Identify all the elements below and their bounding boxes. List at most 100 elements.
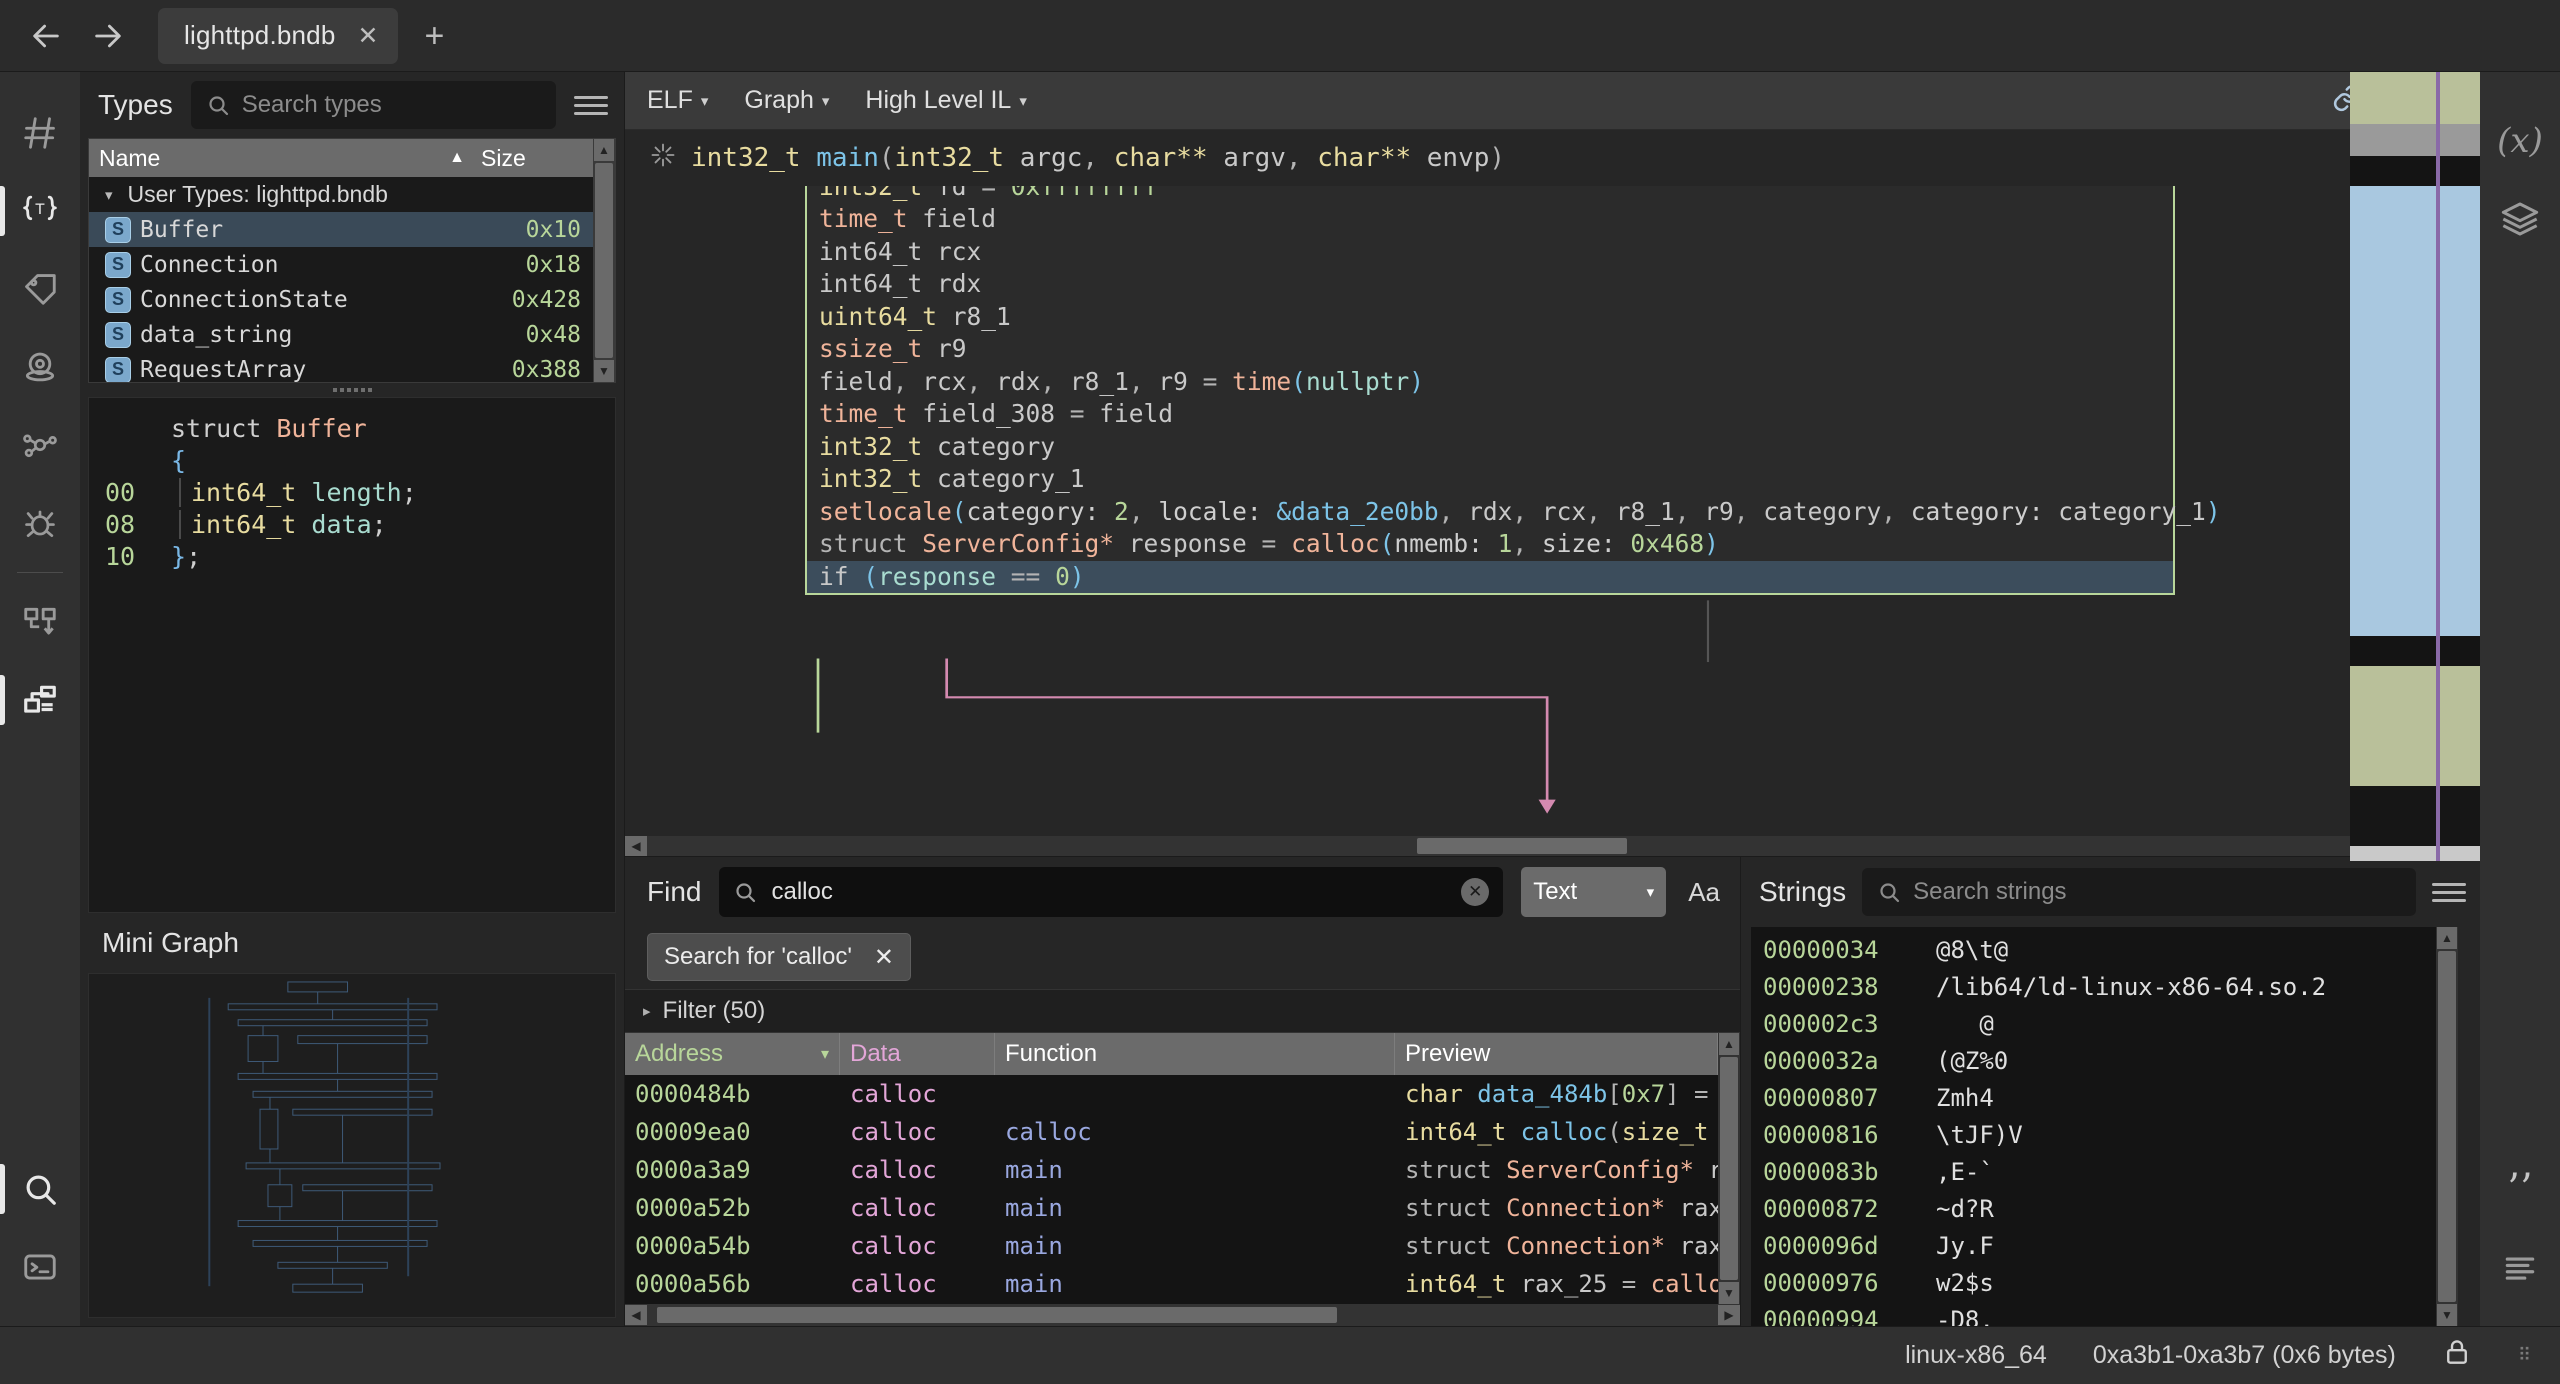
code-line[interactable]: time_t field_308 = field xyxy=(807,398,2173,431)
list-item[interactable]: 00000238/lib64/ld-linux-x86-64.so.2 xyxy=(1751,968,2436,1005)
table-row[interactable]: 0000484b calloc char data_484b[0x7] = "cal xyxy=(625,1075,1718,1113)
graph-canvas[interactable]: int64_t rax = *(fsbase + 0x28)int32_t fd… xyxy=(625,186,2480,856)
view-type-dropdown[interactable]: ELF ▾ xyxy=(647,86,708,115)
list-item[interactable]: 00000816 \tJF)V xyxy=(1751,1116,2436,1153)
close-icon[interactable]: ✕ xyxy=(358,21,379,51)
types-scrollbar[interactable]: ▲ ▼ xyxy=(593,139,615,382)
table-row[interactable]: S ConnectionState 0x428 xyxy=(89,282,593,317)
hamburger-icon[interactable] xyxy=(574,88,608,122)
code-line[interactable]: int32_t category xyxy=(807,431,2173,464)
table-row[interactable]: 0000a3a9 calloc main struct ServerConfig* r… xyxy=(625,1151,1718,1189)
results-col-function[interactable]: Function xyxy=(995,1033,1395,1075)
list-item[interactable]: 0000083b ,E-` xyxy=(1751,1153,2436,1190)
list-item[interactable]: 000002c3 @ xyxy=(1751,1005,2436,1042)
memory-map-icon[interactable] xyxy=(0,328,80,406)
struct-definition-view[interactable]: struct Buffer { 00 int64_t length; 08 in… xyxy=(88,397,616,913)
code-line[interactable]: int32_t category_1 xyxy=(807,463,2173,496)
types-icon[interactable]: T xyxy=(0,172,80,250)
results-col-preview[interactable]: Preview xyxy=(1395,1033,1718,1075)
table-row[interactable]: S Buffer 0x10 xyxy=(89,212,593,247)
search-strings-input[interactable]: Search strings xyxy=(1862,868,2416,916)
clear-icon[interactable]: ✕ xyxy=(1461,878,1490,906)
list-item[interactable]: 0000096d Jy.F xyxy=(1751,1227,2436,1264)
binary-minimap[interactable] xyxy=(2350,72,2480,861)
strings-scrollbar[interactable]: ▲ ▼ xyxy=(2436,927,2458,1326)
console-icon[interactable] xyxy=(0,1228,80,1306)
results-scrollbar[interactable]: ▲ ▼ xyxy=(1718,1033,1740,1304)
search-chip[interactable]: Search for 'calloc' ✕ xyxy=(647,933,912,981)
scroll-up-icon[interactable]: ▲ xyxy=(1719,1033,1739,1055)
hamburger-icon[interactable] xyxy=(2432,875,2466,909)
results-hscrollbar[interactable]: ◀ ▶ xyxy=(625,1304,1740,1326)
cross-references-icon[interactable] xyxy=(0,94,80,172)
search-icon[interactable] xyxy=(0,1150,80,1228)
list-lines-icon[interactable] xyxy=(2480,1228,2560,1306)
table-row[interactable]: 0000a54b calloc main struct Connection* rax… xyxy=(625,1227,1718,1265)
results-col-data[interactable]: Data xyxy=(840,1033,995,1075)
mini-graph-icon[interactable] xyxy=(0,661,80,739)
splitter-grip[interactable] xyxy=(80,383,624,397)
types-col-name[interactable]: Name ▲ xyxy=(89,145,473,172)
strings-list[interactable]: 00000034 @8\t@ 00000238/lib64/ld-linux-x86… xyxy=(1751,927,2458,1326)
scroll-thumb[interactable] xyxy=(657,1307,1337,1323)
basic-block-1[interactable]: int64_t rax = *(fsbase + 0x28)int32_t fd… xyxy=(805,186,2221,595)
layers-icon[interactable] xyxy=(2480,180,2560,258)
tab-lighttpd-bndb[interactable]: lighttpd.bndb ✕ xyxy=(158,7,399,64)
scroll-down-icon[interactable]: ▼ xyxy=(594,360,614,382)
table-row[interactable]: S Connection 0x18 xyxy=(89,247,593,282)
code-line[interactable]: field, rcx, rdx, r8_1, r9 = time(nullptr… xyxy=(807,366,2173,399)
debugger-bug-icon[interactable] xyxy=(0,484,80,562)
function-signature-text[interactable]: int32_t main(int32_t argc, char** argv, … xyxy=(691,143,1505,173)
plus-icon[interactable]: + xyxy=(408,19,460,53)
table-row[interactable]: S RequestArray 0x388 xyxy=(89,352,593,382)
lock-icon[interactable] xyxy=(2442,1337,2472,1374)
view-mode-dropdown[interactable]: Graph ▾ xyxy=(744,86,829,115)
code-line[interactable]: if (response == 0) xyxy=(807,560,2173,593)
code-line[interactable]: ssize_t r9 xyxy=(807,333,2173,366)
filter-toggle[interactable]: ▸ Filter (50) xyxy=(625,989,1740,1033)
scroll-down-icon[interactable]: ▼ xyxy=(2437,1304,2457,1326)
code-line[interactable]: int32_t fd = 0xffffffff xyxy=(807,186,2173,203)
variables-icon[interactable]: (x) xyxy=(2480,102,2560,180)
graph-nodes-icon[interactable] xyxy=(0,406,80,484)
code-line[interactable]: int64_t rdx xyxy=(807,268,2173,301)
list-item[interactable]: 00000994 -D8, xyxy=(1751,1301,2436,1327)
table-row[interactable]: S data_string 0x48 xyxy=(89,317,593,352)
list-item[interactable]: 00000976 w2$s xyxy=(1751,1264,2436,1301)
scroll-thumb[interactable] xyxy=(595,163,613,358)
back-button[interactable] xyxy=(20,10,72,62)
table-row[interactable]: 00009ea0 calloc calloc int64_t calloc(size_… xyxy=(625,1113,1718,1151)
code-line[interactable]: setlocale(category: 2, locale: &data_2e0… xyxy=(807,496,2221,529)
resize-grip[interactable]: ⠿ xyxy=(2518,1345,2532,1366)
scroll-left-icon[interactable]: ◀ xyxy=(625,1305,647,1325)
scroll-left-icon[interactable]: ◀ xyxy=(625,836,647,856)
code-line[interactable]: time_t field xyxy=(807,203,2173,236)
chevron-down-icon[interactable]: ▾ xyxy=(105,186,113,204)
list-item[interactable]: 0000032a (@Z%0 xyxy=(1751,1042,2436,1079)
code-line[interactable]: int64_t rcx xyxy=(807,236,2173,269)
strings-quote-icon[interactable]: ’’ xyxy=(2480,1150,2560,1228)
match-case-icon[interactable]: Aa xyxy=(1684,877,1724,908)
scroll-up-icon[interactable]: ▲ xyxy=(594,139,614,161)
list-item[interactable]: 00000872 ~d?R xyxy=(1751,1190,2436,1227)
list-item[interactable]: 00000034 @8\t@ xyxy=(1751,931,2436,968)
scroll-right-icon[interactable]: ▶ xyxy=(1718,1305,1740,1325)
table-row[interactable]: 0000a56b calloc main int64_t rax_25 = callo… xyxy=(625,1265,1718,1303)
scroll-thumb[interactable] xyxy=(1720,1057,1738,1280)
find-mode-dropdown[interactable]: Text ▾ xyxy=(1521,867,1667,917)
scroll-down-icon[interactable]: ▼ xyxy=(1719,1282,1739,1304)
list-item[interactable]: 00000807 Zmh4 xyxy=(1751,1079,2436,1116)
forward-button[interactable] xyxy=(82,10,134,62)
close-icon[interactable]: ✕ xyxy=(874,943,894,972)
il-level-dropdown[interactable]: High Level IL ▾ xyxy=(865,86,1026,115)
types-group-row[interactable]: ▾ User Types: lighttpd.bndb xyxy=(89,177,593,212)
scroll-thumb[interactable] xyxy=(2438,951,2456,1302)
mini-graph-canvas[interactable] xyxy=(88,973,616,1318)
table-row[interactable]: 0000a52b calloc main struct Connection* rax… xyxy=(625,1189,1718,1227)
search-types-input[interactable]: Search types xyxy=(190,81,556,129)
results-col-address[interactable]: Address ▾ xyxy=(625,1033,840,1075)
scroll-thumb[interactable] xyxy=(1417,838,1627,854)
tags-icon[interactable] xyxy=(0,250,80,328)
code-horizontal-scrollbar[interactable]: ◀ ▶ xyxy=(625,836,2458,856)
types-col-size[interactable]: Size xyxy=(473,145,593,172)
